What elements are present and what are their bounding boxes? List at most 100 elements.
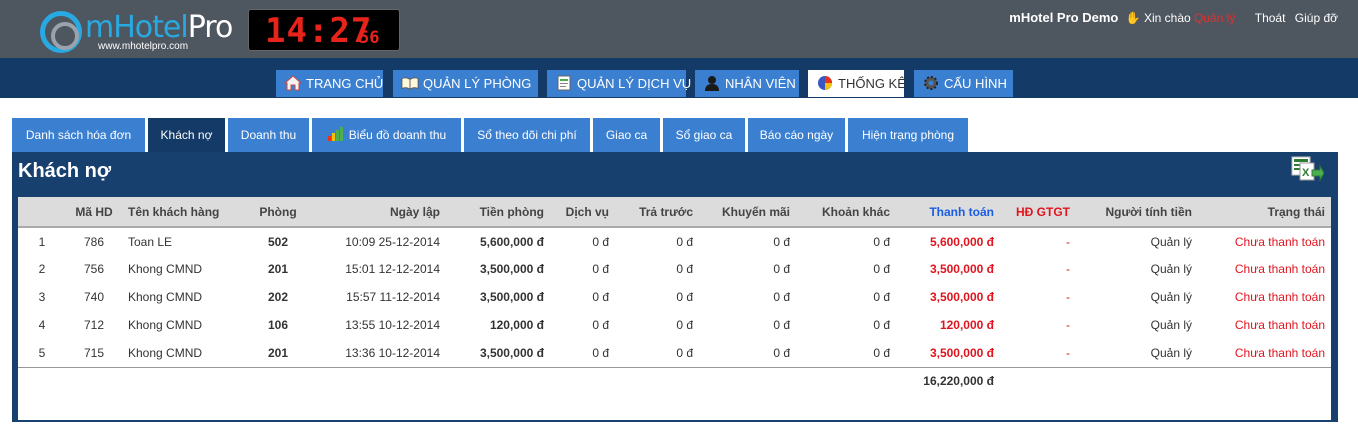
cell-invoice-id: 756 — [83, 262, 105, 276]
col-customer-name[interactable]: Tên khách hàng — [122, 197, 252, 228]
cell-status-link[interactable]: Chưa thanh toán — [1198, 311, 1331, 339]
nav-statistics[interactable]: THỐNG KÊ — [808, 70, 906, 97]
cell-invoice-id: 740 — [83, 290, 105, 304]
cell-other-fees: 0 đ — [873, 318, 890, 332]
col-prepaid[interactable]: Trả trước — [615, 197, 699, 228]
cell-customer-name: Khong CMND — [128, 290, 203, 304]
col-created-date[interactable]: Ngày lập — [304, 197, 446, 228]
logo-url: www.mhotelpro.com — [98, 41, 189, 52]
table-row[interactable]: 1 786 Toan LE 502 10:09 25-12-2014 5,600… — [18, 227, 1331, 255]
cell-discount: 0 đ — [773, 290, 790, 304]
cell-vat-invoice: - — [1066, 234, 1070, 249]
tab-daily-report[interactable]: Báo cáo ngày — [748, 118, 845, 152]
tab-revenue-chart[interactable]: Biểu đồ doanh thu — [312, 118, 461, 152]
cell-customer-name: Toan LE — [128, 234, 173, 249]
cell-room: 202 — [267, 290, 289, 304]
cell-cashier: Quản lý — [1150, 262, 1192, 276]
cell-room-charge: 3,500,000 đ — [479, 290, 544, 304]
nav-service-management[interactable]: QUẢN LÝ DỊCH VỤ — [547, 70, 691, 97]
logout-link[interactable]: Thoát — [1255, 11, 1286, 25]
tab-invoice-list[interactable]: Danh sách hóa đơn — [12, 118, 145, 152]
cell-status-link[interactable]: Chưa thanh toán — [1198, 255, 1331, 283]
cell-cashier: Quản lý — [1150, 234, 1192, 249]
col-service[interactable]: Dịch vụ — [550, 197, 615, 228]
panel-body: Mã HD Tên khách hàng Phòng Ngày lập Tiền… — [18, 197, 1331, 420]
col-payment[interactable]: Thanh toán — [896, 197, 1000, 228]
tab-shift-handover[interactable]: Giao ca — [593, 118, 660, 152]
tab-debtors[interactable]: Khách nợ — [148, 118, 225, 152]
digital-clock: 14:27 56 — [248, 9, 400, 51]
cell-index: 2 — [38, 262, 46, 276]
col-discount[interactable]: Khuyến mãi — [699, 197, 796, 228]
cell-payment: 5,600,000 đ — [929, 234, 994, 249]
cell-room: 106 — [267, 318, 289, 332]
nav-settings[interactable]: CẤU HÌNH — [914, 70, 1013, 97]
nav-room-management[interactable]: QUẢN LÝ PHÒNG — [393, 70, 538, 97]
cell-status-link[interactable]: Chưa thanh toán — [1198, 339, 1331, 367]
cell-vat-invoice: - — [1066, 318, 1070, 332]
cell-created-date: 13:36 10-12-2014 — [345, 345, 440, 360]
nav-staff[interactable]: NHÂN VIÊN — [695, 70, 799, 97]
cell-cashier: Quản lý — [1150, 345, 1192, 360]
col-invoice-id[interactable]: Mã HD — [66, 197, 122, 228]
cell-other-fees: 0 đ — [873, 234, 890, 249]
cell-discount: 0 đ — [773, 262, 790, 276]
col-vat-invoice[interactable]: HĐ GTGT — [1000, 197, 1076, 228]
document-icon — [557, 75, 571, 91]
top-header: mHotelPro www.mhotelpro.com 14:27 56 mHo… — [0, 0, 1358, 58]
cell-index: 4 — [38, 318, 46, 332]
cell-other-fees: 0 đ — [873, 262, 890, 276]
tab-expense-log[interactable]: Sổ theo dõi chi phí — [464, 118, 590, 152]
cell-discount: 0 đ — [773, 318, 790, 332]
svg-text:X: X — [1302, 167, 1310, 179]
cell-other-fees: 0 đ — [873, 345, 890, 360]
col-status[interactable]: Trạng thái — [1198, 197, 1331, 228]
table-row[interactable]: 4 712 Khong CMND 106 13:55 10-12-2014 12… — [18, 311, 1331, 339]
nav-home[interactable]: TRANG CHỦ — [276, 70, 383, 97]
col-other-fees[interactable]: Khoản khác — [796, 197, 896, 228]
user-nav: mHotel Pro Demo ✋ Xin chào Quản lý Thoát… — [1009, 10, 1338, 25]
tab-revenue[interactable]: Doanh thu — [228, 118, 309, 152]
cell-cashier: Quản lý — [1150, 318, 1192, 332]
app-logo[interactable]: mHotelPro www.mhotelpro.com — [40, 8, 233, 54]
col-room-charge[interactable]: Tiền phòng — [446, 197, 550, 228]
total-row: 16,220,000 đ — [18, 366, 1331, 395]
table-row[interactable]: 2 756 Khong CMND 201 15:01 12-12-2014 3,… — [18, 255, 1331, 283]
cell-service: 0 đ — [592, 262, 609, 276]
pie-chart-icon — [818, 76, 832, 90]
username-link[interactable]: Quản lý — [1194, 11, 1235, 25]
cell-payment: 120,000 đ — [939, 318, 994, 332]
cell-prepaid: 0 đ — [676, 262, 693, 276]
user-icon — [705, 76, 719, 91]
cell-status-link[interactable]: Chưa thanh toán — [1198, 283, 1331, 311]
table-row[interactable]: 3 740 Khong CMND 202 15:57 11-12-2014 3,… — [18, 283, 1331, 311]
cell-vat-invoice: - — [1066, 345, 1070, 360]
cell-payment: 3,500,000 đ — [929, 345, 994, 360]
gear-icon — [924, 76, 938, 90]
tab-room-status[interactable]: Hiện trạng phòng — [848, 118, 968, 152]
excel-export-icon[interactable]: X — [1290, 154, 1324, 184]
col-room[interactable]: Phòng — [252, 197, 304, 228]
cell-room-charge: 5,600,000 đ — [479, 234, 544, 249]
panel-title: Khách nợ — [18, 160, 112, 182]
cell-created-date: 15:01 12-12-2014 — [345, 262, 440, 276]
table-row[interactable]: 5 715 Khong CMND 201 13:36 10-12-2014 3,… — [18, 339, 1331, 367]
cell-prepaid: 0 đ — [676, 234, 693, 249]
cell-prepaid: 0 đ — [676, 318, 693, 332]
cell-created-date: 13:55 10-12-2014 — [345, 318, 440, 332]
cell-index: 1 — [38, 234, 46, 249]
cell-room-charge: 3,500,000 đ — [479, 262, 544, 276]
col-cashier[interactable]: Người tính tiền — [1076, 197, 1198, 228]
cell-service: 0 đ — [592, 318, 609, 332]
cell-other-fees: 0 đ — [873, 290, 890, 304]
cell-index: 5 — [38, 345, 46, 360]
cell-room-charge: 120,000 đ — [489, 318, 544, 332]
cell-invoice-id: 715 — [83, 345, 105, 360]
clock-time: 14:27 — [265, 11, 373, 51]
cell-invoice-id: 786 — [83, 234, 105, 249]
tab-shift-log[interactable]: Sổ giao ca — [663, 118, 745, 152]
total-spacer — [18, 366, 896, 395]
bar-chart-icon — [327, 127, 343, 141]
help-link[interactable]: Giúp đỡ — [1295, 11, 1338, 25]
cell-status-link[interactable]: Chưa thanh toán — [1198, 227, 1331, 255]
